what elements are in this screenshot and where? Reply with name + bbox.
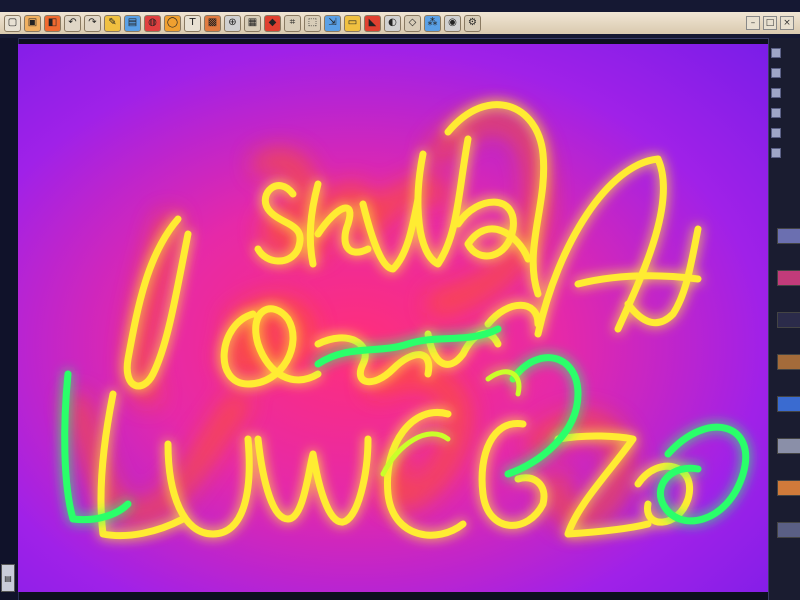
angle-icon[interactable] — [771, 148, 781, 158]
flow-icon[interactable] — [771, 88, 781, 98]
tool-strip: ▢ ▣ ◧ ↶ ↷ ✎ ▤ ◍ ◯ T ▩ ⊕ ▦ ◆ ⌗ ⬚ ⇲ ▭ ◣ ◐ ◇ ⁂ ◉ ⚙ — [0, 12, 800, 34]
app-toolbar: ▢ ▣ ◧ ↶ ↷ ✎ ▤ ◍ ◯ T ▩ ⊕ ▦ ◆ ⌗ ⬚ ⇲ ▭ ◣ ◐ ◇ ⁂ ◉ ⚙ – □ × — [0, 0, 800, 39]
stroke-W — [254, 435, 372, 526]
picker-icon[interactable]: ⁂ — [424, 14, 441, 32]
stroke-green-o — [657, 423, 750, 525]
select-icon[interactable]: ⬚ — [304, 14, 321, 32]
brush-icon[interactable]: ✎ — [104, 14, 121, 32]
grid-icon[interactable]: ▦ — [244, 14, 261, 32]
image-icon[interactable]: ▩ — [204, 14, 221, 32]
opacity-icon[interactable] — [771, 68, 781, 78]
layer-thumbnail[interactable] — [777, 522, 800, 538]
layer-thumbnail[interactable] — [777, 396, 800, 412]
redo-icon[interactable]: ↷ — [84, 14, 101, 32]
settings-icon[interactable]: ⚙ — [464, 14, 481, 32]
layer-thumbnail[interactable] — [777, 354, 800, 370]
close-icon[interactable]: × — [780, 16, 794, 30]
layer-thumbnail[interactable] — [777, 228, 800, 244]
drawing-canvas[interactable] — [18, 44, 768, 592]
gradient-icon[interactable]: ◐ — [384, 14, 401, 32]
open-folder-icon[interactable]: ▣ — [24, 14, 41, 32]
text-icon[interactable]: T — [184, 14, 201, 32]
crop-icon[interactable]: ⌗ — [284, 14, 301, 32]
filter-icon[interactable]: ◉ — [444, 14, 461, 32]
stroke-mid-r — [484, 301, 542, 328]
neon-lettering — [61, 101, 750, 540]
transform-icon[interactable]: ⇲ — [324, 14, 341, 32]
window-controls: – □ × — [746, 12, 794, 34]
layer-thumbnail[interactable] — [777, 438, 800, 454]
layer-thumbnail[interactable] — [777, 270, 800, 286]
left-ruler: ▤ — [0, 38, 19, 600]
layers-icon[interactable]: ▤ — [124, 14, 141, 32]
maximize-icon[interactable]: □ — [763, 16, 777, 30]
stamp-icon[interactable]: ◆ — [264, 14, 281, 32]
circle-icon[interactable]: ◯ — [164, 14, 181, 32]
right-tool-panel — [768, 38, 800, 600]
hardness-icon[interactable] — [771, 108, 781, 118]
zoom-icon[interactable]: ⊕ — [224, 14, 241, 32]
undo-icon[interactable]: ↶ — [64, 14, 81, 32]
eraser-icon[interactable]: ▭ — [344, 14, 361, 32]
minimize-icon[interactable]: – — [746, 16, 760, 30]
palette-icon[interactable]: ◍ — [144, 14, 161, 32]
layer-thumbnail[interactable] — [777, 480, 800, 496]
stroke-bottom-a — [634, 462, 694, 526]
layer-thumbnail-icon[interactable]: ▤ — [1, 564, 15, 592]
fill-icon[interactable]: ◣ — [364, 14, 381, 32]
save-icon[interactable]: ◧ — [44, 14, 61, 32]
layer-thumbnail[interactable] — [777, 312, 800, 328]
shape-icon[interactable]: ◇ — [404, 14, 421, 32]
spacing-icon[interactable] — [771, 128, 781, 138]
new-file-icon[interactable]: ▢ — [4, 14, 21, 32]
brush-size-icon[interactable] — [771, 48, 781, 58]
